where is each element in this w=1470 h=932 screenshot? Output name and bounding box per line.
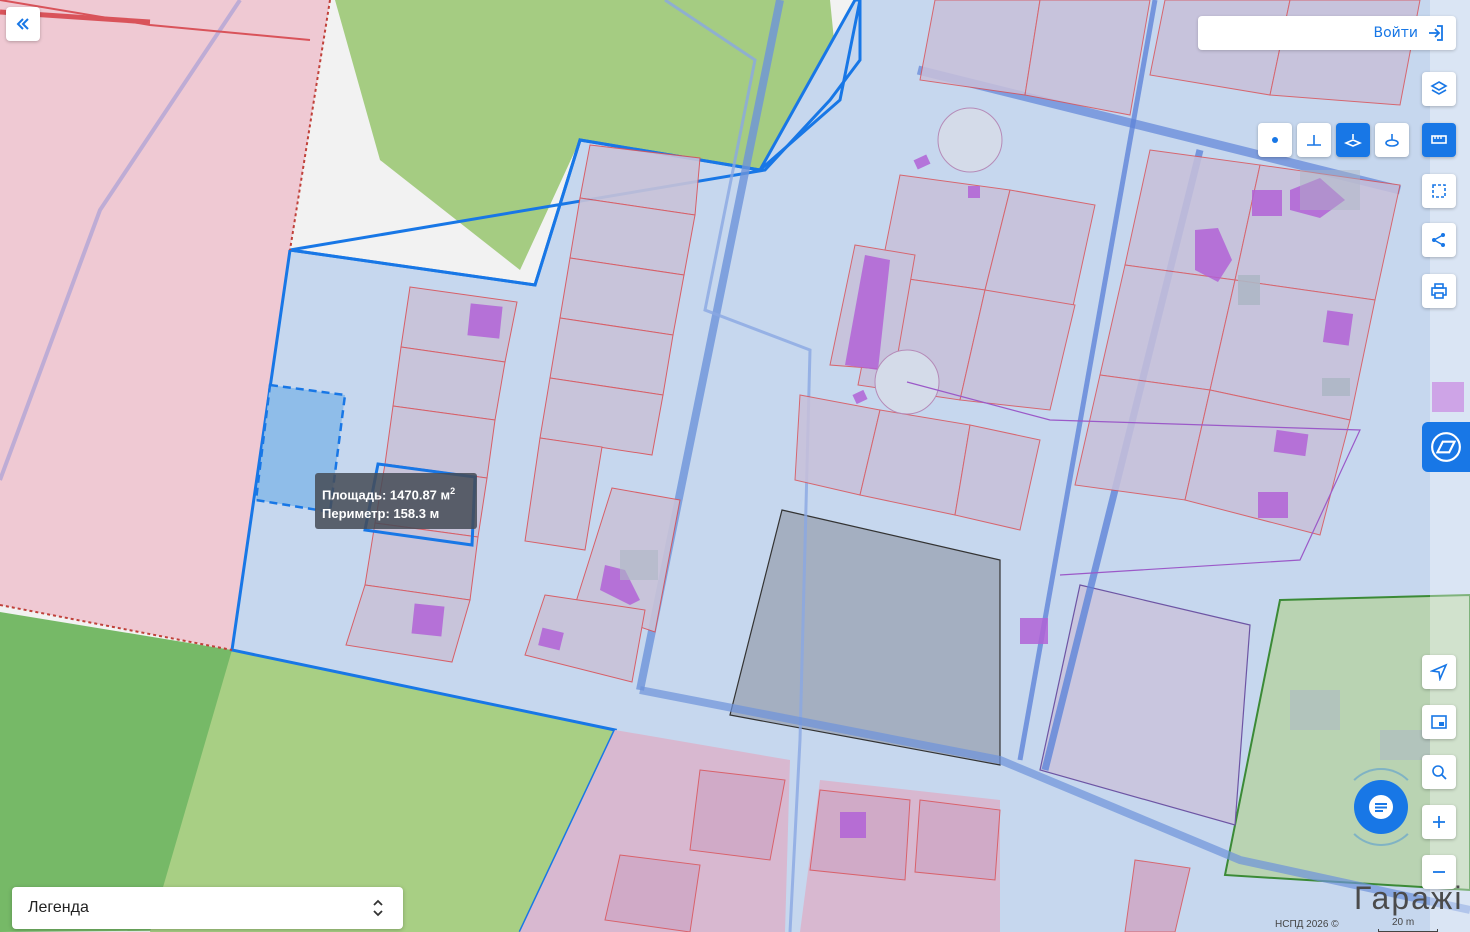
share-icon	[1432, 233, 1445, 247]
circle-measure-button[interactable]	[1375, 123, 1409, 157]
chat-button[interactable]	[1354, 780, 1408, 834]
share-button[interactable]	[1422, 223, 1456, 257]
zoom-in-button[interactable]	[1422, 805, 1456, 839]
double-chevron-left-icon	[16, 18, 29, 30]
measure-tooltip: Площадь: 1470.87 м2 Периметр: 158.3 м	[315, 473, 477, 529]
scale-label: 20 m	[1392, 917, 1415, 928]
legend-dropdown[interactable]: Легенда	[12, 887, 403, 929]
minus-icon	[1433, 871, 1445, 873]
chat-icon	[1369, 795, 1393, 819]
print-icon	[1431, 283, 1447, 299]
sign-in-icon	[1429, 25, 1443, 41]
street-label: Гаражі	[1354, 880, 1464, 916]
login-label: Войти	[1373, 25, 1418, 41]
area-label: Площадь: 1470.87 м	[322, 487, 451, 503]
point-measure-button[interactable]	[1258, 123, 1292, 157]
line-measure-button[interactable]	[1297, 123, 1331, 157]
chevron-up-down-icon	[373, 899, 383, 917]
locate-button[interactable]	[1422, 655, 1456, 689]
search-location-button[interactable]	[1422, 755, 1456, 789]
login-button[interactable]: Войти	[1198, 16, 1456, 50]
plus-icon	[1433, 816, 1445, 828]
nspd-logo-icon	[1431, 432, 1461, 462]
select-area-icon	[1432, 184, 1446, 198]
circle-measure-icon	[1385, 134, 1399, 147]
collapse-panel-button[interactable]	[6, 7, 40, 41]
layers-button[interactable]	[1422, 72, 1456, 106]
ruler-icon	[1431, 135, 1447, 144]
print-button[interactable]	[1422, 274, 1456, 308]
ruler-button[interactable]	[1422, 123, 1456, 157]
area-superscript: 2	[450, 486, 456, 496]
area-measure-button[interactable]	[1336, 123, 1370, 157]
select-area-button[interactable]	[1422, 174, 1456, 208]
point-icon	[1272, 137, 1278, 143]
picture-in-picture-button[interactable]	[1422, 705, 1456, 739]
line-measure-icon	[1307, 135, 1321, 146]
picture-in-picture-icon	[1431, 715, 1447, 729]
perimeter-label: Периметр: 158.3 м	[322, 506, 440, 522]
area-measure-icon	[1344, 134, 1362, 147]
search-location-icon	[1432, 765, 1447, 780]
nspd-logo-button[interactable]	[1422, 422, 1470, 472]
attribution: НСПД 2026 ©	[1275, 919, 1339, 930]
map-canvas[interactable]	[0, 0, 1470, 932]
layers-icon	[1430, 81, 1448, 95]
locate-icon	[1430, 663, 1448, 681]
legend-label: Легенда	[28, 899, 89, 916]
